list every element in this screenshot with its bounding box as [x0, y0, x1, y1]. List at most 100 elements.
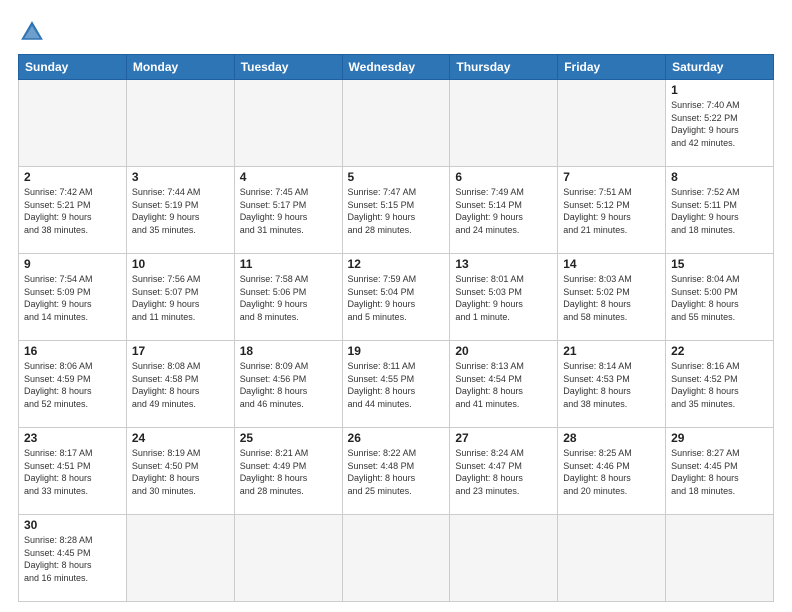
day-number: 12: [348, 257, 445, 271]
calendar-cell: 4 Sunrise: 7:45 AM Sunset: 5:17 PM Daylig…: [234, 167, 342, 254]
day-info: Sunrise: 7:42 AM Sunset: 5:21 PM Dayligh…: [24, 186, 121, 236]
calendar-cell: 14 Sunrise: 8:03 AM Sunset: 5:02 PM Dayli…: [558, 254, 666, 341]
day-info: Sunrise: 8:11 AM Sunset: 4:55 PM Dayligh…: [348, 360, 445, 410]
day-info: Sunrise: 8:27 AM Sunset: 4:45 PM Dayligh…: [671, 447, 768, 497]
calendar-cell: 17Sunrise: 8:08 AM Sunset: 4:58 PM Dayli…: [126, 341, 234, 428]
day-info: Sunrise: 7:49 AM Sunset: 5:14 PM Dayligh…: [455, 186, 552, 236]
calendar-cell: [450, 515, 558, 602]
day-number: 1: [671, 83, 768, 97]
day-number: 25: [240, 431, 337, 445]
day-info: Sunrise: 7:52 AM Sunset: 5:11 PM Dayligh…: [671, 186, 768, 236]
weekday-header: Monday: [126, 55, 234, 80]
weekday-header: Thursday: [450, 55, 558, 80]
day-number: 28: [563, 431, 660, 445]
calendar-cell: 22 Sunrise: 8:16 AM Sunset: 4:52 PM Dayli…: [666, 341, 774, 428]
day-number: 6: [455, 170, 552, 184]
calendar-cell: [558, 80, 666, 167]
calendar-cell: 25 Sunrise: 8:21 AM Sunset: 4:49 PM Dayli…: [234, 428, 342, 515]
weekday-header: Saturday: [666, 55, 774, 80]
calendar-cell: 11 Sunrise: 7:58 AM Sunset: 5:06 PM Dayli…: [234, 254, 342, 341]
calendar: SundayMondayTuesdayWednesdayThursdayFrid…: [18, 54, 774, 602]
calendar-cell: 28 Sunrise: 8:25 AM Sunset: 4:46 PM Dayli…: [558, 428, 666, 515]
calendar-cell: 12Sunrise: 7:59 AM Sunset: 5:04 PM Dayli…: [342, 254, 450, 341]
day-info: Sunrise: 8:28 AM Sunset: 4:45 PM Dayligh…: [24, 534, 121, 584]
day-number: 30: [24, 518, 121, 532]
day-number: 5: [348, 170, 445, 184]
calendar-cell: [234, 515, 342, 602]
day-number: 9: [24, 257, 121, 271]
calendar-cell: [666, 515, 774, 602]
day-info: Sunrise: 8:13 AM Sunset: 4:54 PM Dayligh…: [455, 360, 552, 410]
day-number: 23: [24, 431, 121, 445]
calendar-cell: 16 Sunrise: 8:06 AM Sunset: 4:59 PM Dayli…: [19, 341, 127, 428]
day-info: Sunrise: 7:45 AM Sunset: 5:17 PM Dayligh…: [240, 186, 337, 236]
day-info: Sunrise: 8:16 AM Sunset: 4:52 PM Dayligh…: [671, 360, 768, 410]
day-number: 7: [563, 170, 660, 184]
day-info: Sunrise: 7:51 AM Sunset: 5:12 PM Dayligh…: [563, 186, 660, 236]
calendar-cell: 5 Sunrise: 7:47 AM Sunset: 5:15 PM Daylig…: [342, 167, 450, 254]
calendar-cell: 13 Sunrise: 8:01 AM Sunset: 5:03 PM Dayli…: [450, 254, 558, 341]
calendar-cell: [126, 80, 234, 167]
day-number: 18: [240, 344, 337, 358]
day-info: Sunrise: 8:09 AM Sunset: 4:56 PM Dayligh…: [240, 360, 337, 410]
calendar-cell: 20 Sunrise: 8:13 AM Sunset: 4:54 PM Dayli…: [450, 341, 558, 428]
calendar-cell: 19 Sunrise: 8:11 AM Sunset: 4:55 PM Dayli…: [342, 341, 450, 428]
calendar-cell: 10 Sunrise: 7:56 AM Sunset: 5:07 PM Dayli…: [126, 254, 234, 341]
calendar-cell: 6 Sunrise: 7:49 AM Sunset: 5:14 PM Daylig…: [450, 167, 558, 254]
day-number: 13: [455, 257, 552, 271]
day-number: 3: [132, 170, 229, 184]
day-number: 8: [671, 170, 768, 184]
day-number: 19: [348, 344, 445, 358]
day-info: Sunrise: 7:47 AM Sunset: 5:15 PM Dayligh…: [348, 186, 445, 236]
calendar-cell: [234, 80, 342, 167]
day-number: 14: [563, 257, 660, 271]
day-info: Sunrise: 8:24 AM Sunset: 4:47 PM Dayligh…: [455, 447, 552, 497]
weekday-header: Tuesday: [234, 55, 342, 80]
day-info: Sunrise: 7:40 AM Sunset: 5:22 PM Dayligh…: [671, 99, 768, 149]
day-number: 2: [24, 170, 121, 184]
calendar-cell: [342, 80, 450, 167]
calendar-cell: 15 Sunrise: 8:04 AM Sunset: 5:00 PM Dayli…: [666, 254, 774, 341]
day-info: Sunrise: 8:21 AM Sunset: 4:49 PM Dayligh…: [240, 447, 337, 497]
weekday-header: Wednesday: [342, 55, 450, 80]
day-number: 4: [240, 170, 337, 184]
day-info: Sunrise: 7:54 AM Sunset: 5:09 PM Dayligh…: [24, 273, 121, 323]
day-number: 16: [24, 344, 121, 358]
calendar-cell: 2 Sunrise: 7:42 AM Sunset: 5:21 PM Daylig…: [19, 167, 127, 254]
day-number: 20: [455, 344, 552, 358]
day-info: Sunrise: 8:08 AM Sunset: 4:58 PM Dayligh…: [132, 360, 229, 410]
day-info: Sunrise: 8:01 AM Sunset: 5:03 PM Dayligh…: [455, 273, 552, 323]
calendar-cell: 18 Sunrise: 8:09 AM Sunset: 4:56 PM Dayli…: [234, 341, 342, 428]
calendar-cell: 24 Sunrise: 8:19 AM Sunset: 4:50 PM Dayli…: [126, 428, 234, 515]
calendar-cell: [126, 515, 234, 602]
day-info: Sunrise: 8:14 AM Sunset: 4:53 PM Dayligh…: [563, 360, 660, 410]
calendar-cell: 30 Sunrise: 8:28 AM Sunset: 4:45 PM Dayli…: [19, 515, 127, 602]
day-info: Sunrise: 8:25 AM Sunset: 4:46 PM Dayligh…: [563, 447, 660, 497]
weekday-header: Friday: [558, 55, 666, 80]
calendar-cell: 21Sunrise: 8:14 AM Sunset: 4:53 PM Dayli…: [558, 341, 666, 428]
calendar-cell: [342, 515, 450, 602]
day-info: Sunrise: 8:22 AM Sunset: 4:48 PM Dayligh…: [348, 447, 445, 497]
day-info: Sunrise: 8:19 AM Sunset: 4:50 PM Dayligh…: [132, 447, 229, 497]
weekday-header: Sunday: [19, 55, 127, 80]
calendar-cell: 7 Sunrise: 7:51 AM Sunset: 5:12 PM Daylig…: [558, 167, 666, 254]
day-number: 24: [132, 431, 229, 445]
day-number: 27: [455, 431, 552, 445]
day-info: Sunrise: 8:04 AM Sunset: 5:00 PM Dayligh…: [671, 273, 768, 323]
day-number: 22: [671, 344, 768, 358]
calendar-cell: 8 Sunrise: 7:52 AM Sunset: 5:11 PM Daylig…: [666, 167, 774, 254]
day-number: 15: [671, 257, 768, 271]
day-info: Sunrise: 7:58 AM Sunset: 5:06 PM Dayligh…: [240, 273, 337, 323]
day-info: Sunrise: 8:06 AM Sunset: 4:59 PM Dayligh…: [24, 360, 121, 410]
header: [18, 18, 774, 46]
logo: [18, 18, 50, 46]
day-number: 10: [132, 257, 229, 271]
calendar-cell: 23Sunrise: 8:17 AM Sunset: 4:51 PM Dayli…: [19, 428, 127, 515]
day-info: Sunrise: 7:44 AM Sunset: 5:19 PM Dayligh…: [132, 186, 229, 236]
day-info: Sunrise: 8:03 AM Sunset: 5:02 PM Dayligh…: [563, 273, 660, 323]
day-info: Sunrise: 7:56 AM Sunset: 5:07 PM Dayligh…: [132, 273, 229, 323]
calendar-cell: 26Sunrise: 8:22 AM Sunset: 4:48 PM Dayli…: [342, 428, 450, 515]
day-number: 11: [240, 257, 337, 271]
page: SundayMondayTuesdayWednesdayThursdayFrid…: [0, 0, 792, 612]
calendar-cell: [450, 80, 558, 167]
